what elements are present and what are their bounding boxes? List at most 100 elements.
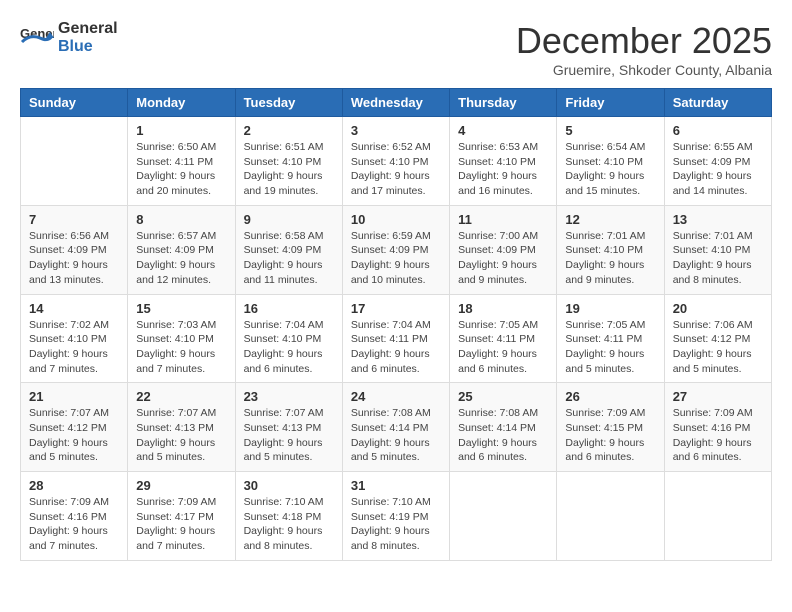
day-number: 10: [351, 212, 441, 227]
calendar-week-1: 7 Sunrise: 6:56 AM Sunset: 4:09 PM Daylig…: [21, 205, 772, 294]
day-info: Sunrise: 7:00 AM Sunset: 4:09 PM Dayligh…: [458, 229, 548, 288]
day-number: 28: [29, 478, 119, 493]
calendar-week-0: 1Sunrise: 6:50 AM Sunset: 4:11 PM Daylig…: [21, 117, 772, 206]
header-saturday: Saturday: [664, 89, 771, 117]
calendar-cell: 10 Sunrise: 6:59 AM Sunset: 4:09 PM Dayli…: [342, 205, 449, 294]
day-info: Sunrise: 7:09 AM Sunset: 4:16 PM Dayligh…: [673, 406, 763, 465]
calendar-cell: [21, 117, 128, 206]
day-info: Sunrise: 6:58 AM Sunset: 4:09 PM Dayligh…: [244, 229, 334, 288]
day-number: 17: [351, 301, 441, 316]
day-info: Sunrise: 7:01 AM Sunset: 4:10 PM Dayligh…: [673, 229, 763, 288]
header-sunday: Sunday: [21, 89, 128, 117]
calendar-cell: 20 Sunrise: 7:06 AM Sunset: 4:12 PM Dayli…: [664, 294, 771, 383]
calendar-cell: 4 Sunrise: 6:53 AM Sunset: 4:10 PM Daylig…: [450, 117, 557, 206]
day-number: 6: [673, 123, 763, 138]
day-number: 19: [565, 301, 655, 316]
day-info: Sunrise: 7:06 AM Sunset: 4:12 PM Dayligh…: [673, 318, 763, 377]
day-info: Sunrise: 6:55 AM Sunset: 4:09 PM Dayligh…: [673, 140, 763, 199]
day-info: Sunrise: 7:08 AM Sunset: 4:14 PM Dayligh…: [351, 406, 441, 465]
day-info: Sunrise: 6:59 AM Sunset: 4:09 PM Dayligh…: [351, 229, 441, 288]
calendar-cell: 31 Sunrise: 7:10 AM Sunset: 4:19 PM Dayli…: [342, 472, 449, 561]
header-friday: Friday: [557, 89, 664, 117]
calendar-cell: 19 Sunrise: 7:05 AM Sunset: 4:11 PM Dayli…: [557, 294, 664, 383]
calendar-cell: 22Sunrise: 7:07 AM Sunset: 4:13 PM Dayli…: [128, 383, 235, 472]
day-info: Sunrise: 7:09 AM Sunset: 4:17 PM Dayligh…: [136, 495, 226, 554]
day-number: 16: [244, 301, 334, 316]
day-info: Sunrise: 6:56 AM Sunset: 4:09 PM Dayligh…: [29, 229, 119, 288]
day-number: 18: [458, 301, 548, 316]
day-info: Sunrise: 7:07 AM Sunset: 4:12 PM Dayligh…: [29, 406, 119, 465]
day-info: Sunrise: 7:05 AM Sunset: 4:11 PM Dayligh…: [565, 318, 655, 377]
day-info: Sunrise: 7:08 AM Sunset: 4:14 PM Dayligh…: [458, 406, 548, 465]
logo-blue: Blue: [58, 38, 93, 55]
day-number: 25: [458, 389, 548, 404]
calendar-cell: 24 Sunrise: 7:08 AM Sunset: 4:14 PM Dayli…: [342, 383, 449, 472]
day-info: Sunrise: 6:52 AM Sunset: 4:10 PM Dayligh…: [351, 140, 441, 199]
calendar-table: SundayMondayTuesdayWednesdayThursdayFrid…: [20, 88, 772, 561]
day-number: 12: [565, 212, 655, 227]
calendar-cell: 2 Sunrise: 6:51 AM Sunset: 4:10 PM Daylig…: [235, 117, 342, 206]
day-info: Sunrise: 7:07 AM Sunset: 4:13 PM Dayligh…: [136, 406, 226, 465]
calendar-cell: 26Sunrise: 7:09 AM Sunset: 4:15 PM Dayli…: [557, 383, 664, 472]
calendar-cell: 29 Sunrise: 7:09 AM Sunset: 4:17 PM Dayli…: [128, 472, 235, 561]
day-number: 15: [136, 301, 226, 316]
day-info: Sunrise: 6:57 AM Sunset: 4:09 PM Dayligh…: [136, 229, 226, 288]
day-number: 7: [29, 212, 119, 227]
calendar-cell: [664, 472, 771, 561]
day-info: Sunrise: 7:10 AM Sunset: 4:19 PM Dayligh…: [351, 495, 441, 554]
day-info: Sunrise: 7:04 AM Sunset: 4:10 PM Dayligh…: [244, 318, 334, 377]
day-number: 31: [351, 478, 441, 493]
calendar-cell: 21 Sunrise: 7:07 AM Sunset: 4:12 PM Dayli…: [21, 383, 128, 472]
day-number: 5: [565, 123, 655, 138]
calendar-cell: 25 Sunrise: 7:08 AM Sunset: 4:14 PM Dayli…: [450, 383, 557, 472]
title-section: December 2025 Gruemire, Shkoder County, …: [516, 20, 772, 78]
calendar-week-2: 14 Sunrise: 7:02 AM Sunset: 4:10 PM Dayli…: [21, 294, 772, 383]
calendar-cell: 27Sunrise: 7:09 AM Sunset: 4:16 PM Dayli…: [664, 383, 771, 472]
day-number: 14: [29, 301, 119, 316]
day-info: Sunrise: 7:05 AM Sunset: 4:11 PM Dayligh…: [458, 318, 548, 377]
day-number: 3: [351, 123, 441, 138]
header-tuesday: Tuesday: [235, 89, 342, 117]
day-info: Sunrise: 7:02 AM Sunset: 4:10 PM Dayligh…: [29, 318, 119, 377]
day-info: Sunrise: 7:09 AM Sunset: 4:16 PM Dayligh…: [29, 495, 119, 554]
day-number: 8: [136, 212, 226, 227]
day-number: 30: [244, 478, 334, 493]
logo-general: General: [58, 20, 118, 37]
day-number: 29: [136, 478, 226, 493]
day-info: Sunrise: 6:51 AM Sunset: 4:10 PM Dayligh…: [244, 140, 334, 199]
header-wednesday: Wednesday: [342, 89, 449, 117]
day-info: Sunrise: 7:10 AM Sunset: 4:18 PM Dayligh…: [244, 495, 334, 554]
calendar-header-row: SundayMondayTuesdayWednesdayThursdayFrid…: [21, 89, 772, 117]
calendar-cell: 30 Sunrise: 7:10 AM Sunset: 4:18 PM Dayli…: [235, 472, 342, 561]
calendar-cell: 9 Sunrise: 6:58 AM Sunset: 4:09 PM Daylig…: [235, 205, 342, 294]
day-number: 2: [244, 123, 334, 138]
day-number: 9: [244, 212, 334, 227]
calendar-cell: 13 Sunrise: 7:01 AM Sunset: 4:10 PM Dayli…: [664, 205, 771, 294]
day-number: 4: [458, 123, 548, 138]
day-number: 21: [29, 389, 119, 404]
calendar-cell: 11 Sunrise: 7:00 AM Sunset: 4:09 PM Dayli…: [450, 205, 557, 294]
day-number: 11: [458, 212, 548, 227]
calendar-cell: 7 Sunrise: 6:56 AM Sunset: 4:09 PM Daylig…: [21, 205, 128, 294]
day-info: Sunrise: 6:53 AM Sunset: 4:10 PM Dayligh…: [458, 140, 548, 199]
day-number: 20: [673, 301, 763, 316]
calendar-cell: 1Sunrise: 6:50 AM Sunset: 4:11 PM Daylig…: [128, 117, 235, 206]
calendar-week-3: 21 Sunrise: 7:07 AM Sunset: 4:12 PM Dayli…: [21, 383, 772, 472]
calendar-cell: [557, 472, 664, 561]
day-number: 13: [673, 212, 763, 227]
page-header: General General Blue December 2025 Gruem…: [20, 20, 772, 78]
day-info: Sunrise: 7:01 AM Sunset: 4:10 PM Dayligh…: [565, 229, 655, 288]
day-number: 26: [565, 389, 655, 404]
calendar-cell: 6 Sunrise: 6:55 AM Sunset: 4:09 PM Daylig…: [664, 117, 771, 206]
calendar-cell: 16 Sunrise: 7:04 AM Sunset: 4:10 PM Dayli…: [235, 294, 342, 383]
calendar-cell: 28 Sunrise: 7:09 AM Sunset: 4:16 PM Dayli…: [21, 472, 128, 561]
calendar-cell: [450, 472, 557, 561]
logo: General General Blue: [20, 20, 118, 56]
subtitle: Gruemire, Shkoder County, Albania: [516, 62, 772, 78]
calendar-cell: 8 Sunrise: 6:57 AM Sunset: 4:09 PM Daylig…: [128, 205, 235, 294]
day-number: 1: [136, 123, 226, 138]
calendar-cell: 5Sunrise: 6:54 AM Sunset: 4:10 PM Daylig…: [557, 117, 664, 206]
day-number: 24: [351, 389, 441, 404]
calendar-cell: 17Sunrise: 7:04 AM Sunset: 4:11 PM Dayli…: [342, 294, 449, 383]
calendar-week-4: 28 Sunrise: 7:09 AM Sunset: 4:16 PM Dayli…: [21, 472, 772, 561]
